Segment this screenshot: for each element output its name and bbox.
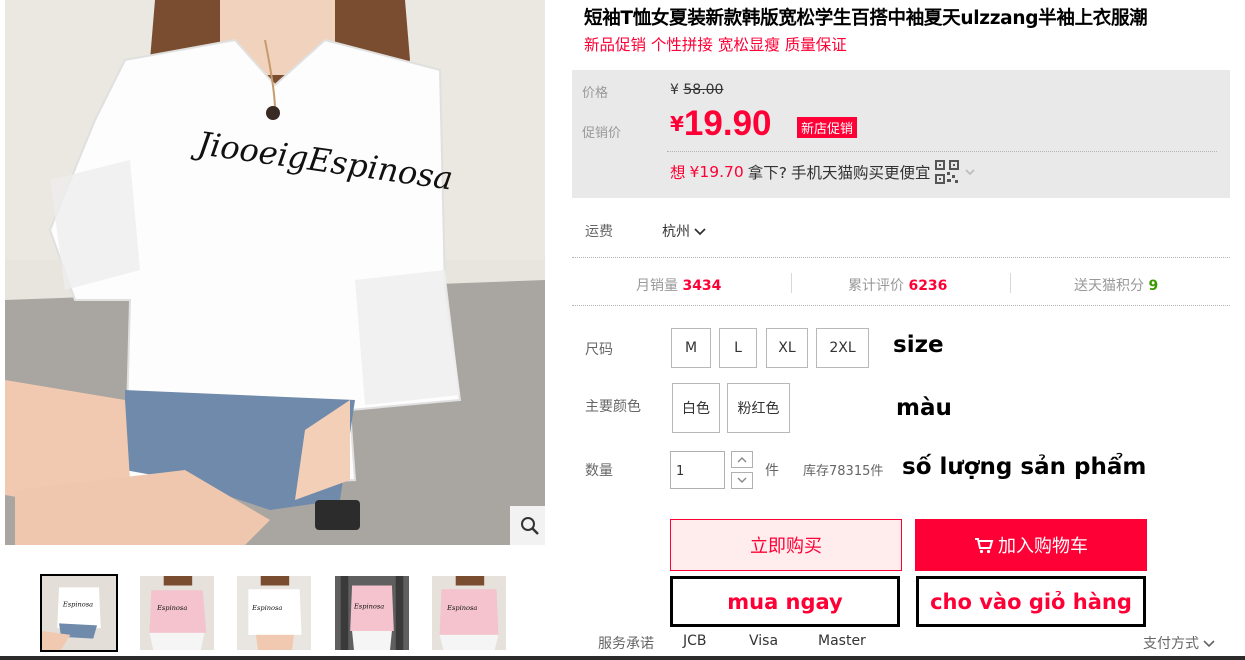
chevron-up-icon [737, 457, 747, 463]
thumbnail-1[interactable]: Espinosa [40, 574, 118, 652]
thumbnail-4[interactable]: Espinosa [333, 574, 411, 652]
product-subtitle: 新品促销 个性拼接 宽松显瘦 质量保证 [584, 36, 847, 54]
color-label: 主要颜色 [585, 399, 641, 415]
chevron-down-icon [694, 228, 707, 236]
chevron-down-icon [1203, 640, 1216, 648]
review-count-value: 6236 [908, 278, 948, 294]
annotation-add-cart: cho vào giỏ hàng [916, 576, 1146, 627]
tmall-points-label: 送天猫积分 [1074, 278, 1144, 294]
annotation-quantity: số lượng sản phẩm [902, 454, 1147, 480]
chevron-down-icon [737, 477, 747, 483]
mobile-offer-prefix: 想 [670, 164, 686, 182]
size-option-xl[interactable]: XL [766, 328, 808, 368]
svg-text:Espinosa: Espinosa [62, 600, 93, 608]
shipping-city-select[interactable]: 杭州 [662, 221, 707, 241]
review-count-label: 累计评价 [848, 278, 904, 294]
quantity-input[interactable]: 1 [670, 451, 725, 489]
color-option-pink[interactable]: 粉红色 [727, 383, 790, 433]
quantity-unit: 件 [765, 463, 779, 479]
currency-symbol: ¥ [670, 82, 679, 98]
size-option-m[interactable]: M [671, 328, 711, 368]
payment-method-label: 支付方式 [1143, 636, 1199, 652]
thumbnail-3[interactable]: Espinosa [235, 574, 313, 652]
promo-price-label: 促销价 [582, 126, 622, 141]
shipping-label: 运费 [585, 224, 613, 240]
original-price: ¥ 58.00 [670, 82, 723, 98]
mobile-offer-price: ¥19.70 [689, 163, 744, 181]
price-panel: 价格 ¥ 58.00 促销价 ¥19.90 新店促销 想 ¥19.70 拿下? 手机… [572, 70, 1230, 198]
divider [572, 257, 1230, 258]
thumbnail-2[interactable]: Espinosa [138, 574, 216, 652]
monthly-sales-label: 月销量 [636, 278, 678, 294]
mobile-offer-mid: 拿下? [747, 164, 787, 182]
size-label: 尺码 [585, 342, 613, 358]
promo-price: ¥19.90 [670, 104, 772, 144]
payment-jcb: JCB [683, 633, 707, 649]
shipping-city-value: 杭州 [662, 224, 690, 240]
quantity-label: 数量 [585, 463, 613, 479]
review-count[interactable]: 累计评价 6236 [848, 275, 947, 295]
color-option-white[interactable]: 白色 [672, 383, 720, 433]
svg-text:Espinosa: Espinosa [446, 604, 477, 612]
magnifier-icon [521, 516, 539, 535]
qr-code-icon [934, 160, 959, 184]
divider [1010, 273, 1011, 293]
annotation-size: size [893, 332, 944, 358]
promo-currency-symbol: ¥ [670, 112, 684, 136]
product-title: 短袖T恤女夏装新款韩版宽松学生百搭中袖夏天ulzzang半袖上衣服潮 [584, 8, 1148, 29]
promo-tag: 新店促销 [797, 117, 858, 138]
promo-price-value: 19.90 [683, 104, 772, 143]
stock-count: 库存78315件 [803, 464, 884, 479]
divider [667, 151, 1217, 152]
buy-now-button[interactable]: 立即购买 [670, 519, 902, 571]
cart-icon [975, 538, 994, 554]
payment-visa: Visa [749, 633, 779, 649]
monthly-sales: 月销量 3434 [636, 275, 721, 295]
bottom-bar [0, 656, 1245, 660]
model-photo: JiooeigEspinosa [5, 0, 545, 545]
mobile-offer-text: 手机天猫购买更便宜 [791, 164, 931, 182]
svg-text:Espinosa: Espinosa [353, 602, 384, 610]
zoom-button[interactable] [510, 506, 545, 545]
buy-now-label: 立即购买 [750, 536, 822, 557]
chevron-down-icon [964, 169, 975, 176]
size-option-l[interactable]: L [719, 328, 757, 368]
service-promise-label: 服务承诺 [598, 636, 654, 652]
divider [791, 273, 792, 293]
original-price-value: 58.00 [683, 82, 724, 98]
add-to-cart-label: 加入购物车 [998, 536, 1088, 557]
mobile-offer[interactable]: 想 ¥19.70 拿下? 手机天猫购买更便宜 [670, 160, 977, 184]
size-option-2xl[interactable]: 2XL [816, 328, 869, 368]
annotation-color: màu [896, 395, 952, 421]
thumbnail-strip: Espinosa Espinosa Espinosa Espinosa Espi… [40, 574, 520, 654]
monthly-sales-value: 3434 [682, 278, 722, 294]
tmall-points: 送天猫积分 9 [1074, 275, 1158, 295]
main-product-image[interactable]: JiooeigEspinosa [5, 0, 545, 545]
quantity-increase-button[interactable] [731, 451, 753, 468]
divider [572, 305, 1230, 306]
add-to-cart-button[interactable]: 加入购物车 [915, 519, 1147, 571]
svg-text:Espinosa: Espinosa [251, 604, 282, 612]
payment-method-dropdown[interactable]: 支付方式 [1143, 633, 1216, 653]
thumbnail-5[interactable]: Espinosa [430, 574, 508, 652]
price-label: 价格 [582, 86, 609, 101]
annotation-buy-now: mua ngay [670, 576, 900, 627]
svg-text:Espinosa: Espinosa [156, 604, 187, 612]
quantity-decrease-button[interactable] [731, 472, 753, 489]
tmall-points-value: 9 [1148, 278, 1159, 294]
payment-master: Master [818, 633, 866, 649]
